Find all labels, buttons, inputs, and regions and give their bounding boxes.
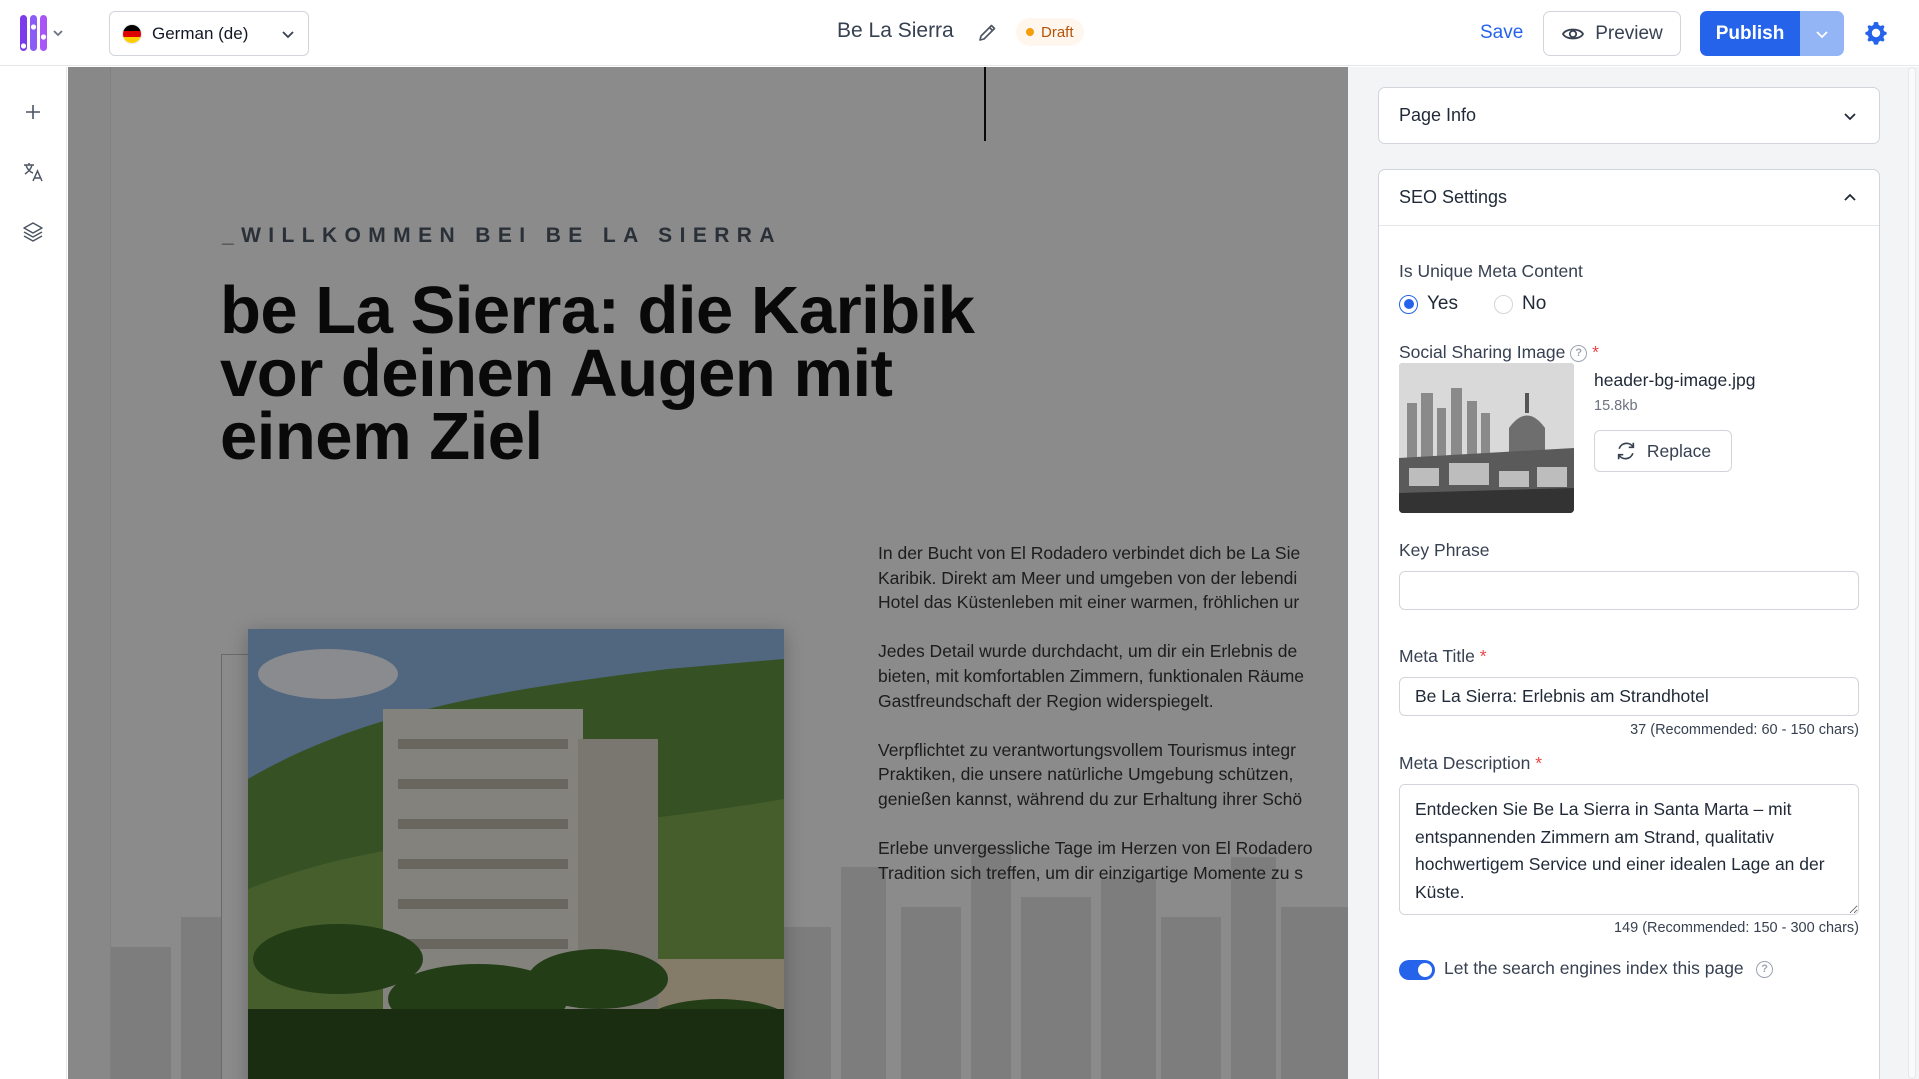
social-image-thumbnail[interactable] [1399, 363, 1574, 513]
translate-button[interactable] [18, 157, 48, 187]
preview-label: Preview [1595, 22, 1663, 44]
publish-button[interactable]: Publish [1700, 11, 1800, 56]
key-phrase-label: Key Phrase [1399, 540, 1490, 560]
unique-meta-yes-radio[interactable] [1399, 294, 1418, 314]
publish-options-button[interactable] [1800, 11, 1844, 56]
unique-meta-no-radio[interactable] [1494, 294, 1513, 314]
eye-icon [1562, 28, 1585, 39]
index-page-toggle[interactable] [1399, 960, 1435, 980]
page-info-section: Page Info [1378, 87, 1880, 144]
settings-panel: Page Info SEO Settings Is Unique Meta Co… [1348, 67, 1919, 1079]
language-select[interactable]: German (de) [109, 11, 309, 56]
meta-title-label: Meta Title [1399, 646, 1475, 666]
meta-title-char-count: 37 (Recommended: 60 - 150 chars) [1630, 722, 1859, 738]
index-page-label: Let the search engines index this page [1444, 958, 1744, 978]
help-icon[interactable]: ? [1756, 961, 1774, 979]
chevron-down-icon [282, 30, 294, 38]
meta-description-label: Meta Description [1399, 753, 1531, 773]
plus-icon [26, 105, 40, 119]
seo-settings-header[interactable]: SEO Settings [1379, 170, 1879, 225]
chevron-up-icon [1844, 193, 1856, 201]
pencil-icon[interactable] [976, 20, 1000, 44]
preview-button[interactable]: Preview [1543, 11, 1681, 56]
left-toolbar [0, 67, 67, 1079]
social-image-label-row: Social Sharing Image ? * [1399, 342, 1599, 363]
save-button[interactable]: Save [1480, 22, 1523, 44]
replace-label: Replace [1646, 440, 1712, 461]
seo-settings-section: SEO Settings Is Unique Meta Content Yes … [1378, 169, 1880, 1079]
required-asterisk: * [1479, 646, 1487, 666]
unique-meta-yes-label: Yes [1427, 293, 1458, 314]
app-logo-menu[interactable] [18, 13, 80, 53]
meta-description-textarea[interactable]: Entdecken Sie Be La Sierra in Santa Mart… [1399, 784, 1859, 915]
help-icon[interactable]: ? [1570, 344, 1588, 362]
status-label: Draft [1041, 23, 1074, 41]
seo-settings-title: SEO Settings [1399, 187, 1508, 207]
top-bar: German (de) Be La Sierra Draft Save Prev… [0, 0, 1919, 66]
add-block-button[interactable] [18, 97, 48, 127]
unique-meta-no-label: No [1522, 293, 1547, 314]
city-image [1399, 363, 1574, 513]
unique-meta-label: Is Unique Meta Content [1399, 261, 1583, 281]
layers-button[interactable] [18, 217, 48, 247]
page-info-header[interactable]: Page Info [1379, 88, 1879, 143]
refresh-icon [1617, 442, 1635, 460]
settings-icon[interactable] [1862, 19, 1890, 47]
logo-icon [20, 15, 63, 51]
language-label: German (de) [152, 23, 249, 43]
panel-scrollbar[interactable] [1905, 67, 1919, 1079]
layers-icon [23, 222, 43, 242]
required-asterisk: * [1535, 753, 1542, 773]
page-info-title: Page Info [1399, 105, 1477, 125]
key-phrase-input[interactable] [1399, 571, 1859, 610]
chevron-down-icon [1844, 112, 1856, 120]
page-title: Be La Sierra [837, 19, 954, 42]
status-dot [1026, 28, 1034, 36]
status-badge: Draft [1016, 18, 1084, 46]
required-asterisk: * [1592, 342, 1599, 362]
unique-meta-yes-option[interactable]: Yes [1399, 293, 1458, 315]
replace-image-button[interactable]: Replace [1594, 430, 1732, 472]
german-flag-icon [122, 23, 142, 44]
social-image-label: Social Sharing Image [1399, 342, 1566, 362]
seo-settings-body: Is Unique Meta Content Yes No Social Sha… [1379, 225, 1879, 1079]
scrollbar-thumb[interactable] [1908, 67, 1916, 1079]
index-page-label-row: Let the search engines index this page ? [1444, 958, 1774, 979]
social-image-filename: header-bg-image.jpg [1594, 370, 1756, 390]
meta-description-label-row: Meta Description * [1399, 753, 1542, 774]
unique-meta-no-option[interactable]: No [1494, 293, 1546, 315]
translate-icon [24, 163, 43, 182]
canvas-dim-overlay[interactable] [68, 67, 1348, 1079]
meta-title-input[interactable] [1399, 677, 1859, 716]
chevron-down-icon [1816, 30, 1828, 38]
meta-title-label-row: Meta Title * [1399, 646, 1487, 667]
meta-description-char-count: 149 (Recommended: 150 - 300 chars) [1613, 920, 1859, 936]
social-image-filesize: 15.8kb [1594, 398, 1638, 414]
